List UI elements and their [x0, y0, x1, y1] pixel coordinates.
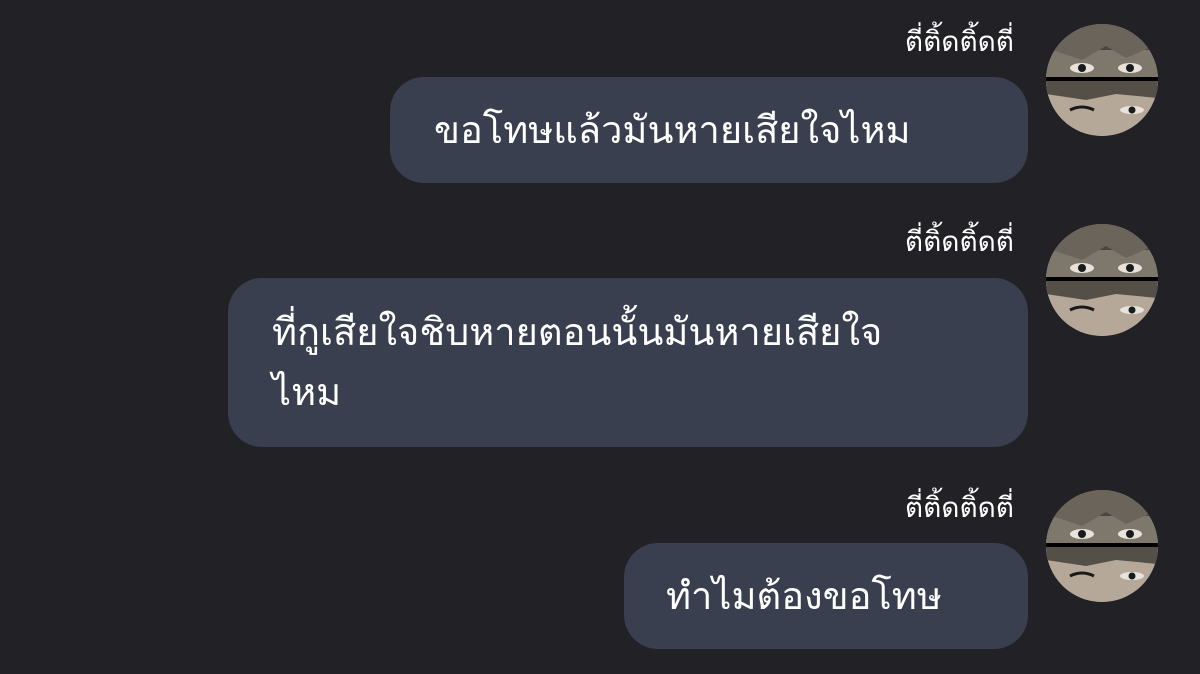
message-text-line: ไหม [272, 370, 342, 414]
avatar[interactable] [1046, 24, 1158, 136]
avatar[interactable] [1046, 490, 1158, 602]
message-bubble[interactable]: ทำไมต้องขอโทษ [624, 543, 1028, 649]
sender-name: ตี่ติ้ดติ้ดตี่ [904, 25, 1014, 58]
message-text-line: ที่กูเสียใจชิบหายตอนนั้นมันหายเสียใจ [272, 310, 883, 354]
message-text: ขอโทษแล้วมันหายเสียใจไหม [434, 108, 911, 152]
sender-name: ตี่ติ้ดติ้ดตี่ [904, 491, 1014, 524]
user-avatar-photo-icon [1046, 24, 1158, 136]
user-avatar-photo-icon [1046, 490, 1158, 602]
message-text: ทำไมต้องขอโทษ [666, 574, 942, 618]
sender-name: ตี่ติ้ดติ้ดตี่ [904, 225, 1014, 258]
message-bubble[interactable]: ขอโทษแล้วมันหายเสียใจไหม [390, 77, 1028, 183]
message-bubble[interactable]: ที่กูเสียใจชิบหายตอนนั้นมันหายเสียใจ ไหม [228, 278, 1028, 447]
avatar[interactable] [1046, 224, 1158, 336]
user-avatar-photo-icon [1046, 224, 1158, 336]
